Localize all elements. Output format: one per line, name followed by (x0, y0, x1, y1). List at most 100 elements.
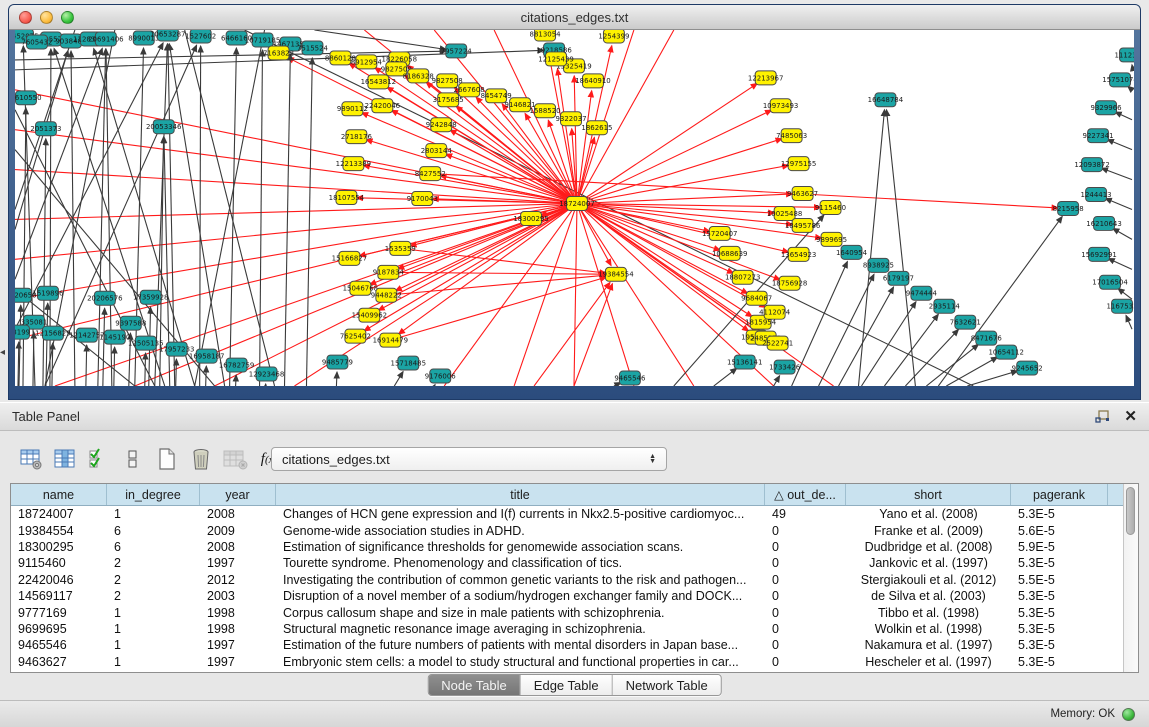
column-header-year[interactable]: year (200, 484, 276, 505)
table-row[interactable]: 2242004622012Investigating the contribut… (11, 572, 1123, 588)
splitter-collapse-arrow[interactable]: ◂ (0, 347, 5, 358)
network-node[interactable]: 20053346 (146, 120, 182, 134)
network-node[interactable]: 9684067 (741, 291, 772, 305)
network-node[interactable]: 16648784 (868, 93, 904, 107)
select-rows-icon[interactable] (84, 446, 114, 472)
network-node[interactable]: 9245652 (1012, 361, 1043, 375)
table-row[interactable]: 1872400712008Changes of HCN gene express… (11, 506, 1123, 522)
network-node[interactable]: 6179197 (883, 271, 914, 285)
tab-edge-table[interactable]: Edge Table (521, 675, 613, 695)
table-row[interactable]: 946362711997Embryonic stem cells: a mode… (11, 654, 1123, 670)
table-row[interactable]: 969969511998Structural magnetic resonanc… (11, 621, 1123, 637)
network-node[interactable]: 1527602 (185, 30, 216, 43)
network-node[interactable]: 1640954 (836, 245, 868, 259)
table-row[interactable]: 946554611997Estimation of the future num… (11, 637, 1123, 653)
column-header-pagerank[interactable]: pagerank (1011, 484, 1108, 505)
network-node[interactable]: 1254399 (598, 30, 629, 43)
network-node[interactable]: 8938925 (863, 258, 894, 272)
table-selector-dropdown[interactable]: citations_edges.txt ▲▼ (271, 447, 667, 471)
column-header-short[interactable]: short (846, 484, 1011, 505)
network-node[interactable]: 2610550 (15, 91, 42, 105)
network-node[interactable]: 1112305 (1114, 48, 1134, 62)
network-node[interactable]: 8912954 (351, 55, 383, 69)
zoom-window-icon[interactable] (61, 11, 74, 24)
network-node[interactable]: 18807273 (725, 270, 761, 284)
network-node[interactable]: 1519896 (32, 286, 63, 300)
network-node[interactable]: 18107554 (329, 191, 365, 205)
network-node[interactable]: 10654112 (988, 345, 1024, 359)
network-canvas-container[interactable]: 2405572903848111283790206914068990013106… (15, 30, 1134, 386)
network-node[interactable]: 8215958 (1053, 202, 1084, 216)
window-titlebar[interactable]: citations_edges.txt (9, 5, 1140, 30)
network-node[interactable]: 9485779 (322, 355, 353, 369)
column-header-out_de[interactable]: △ out_de... (765, 484, 846, 505)
minimize-window-icon[interactable] (40, 11, 53, 24)
new-column-icon[interactable] (152, 446, 182, 472)
network-node[interactable]: 15136141 (727, 355, 763, 369)
network-node[interactable]: 7957224 (441, 44, 473, 58)
network-node[interactable]: 7625402 (340, 329, 371, 343)
network-node[interactable]: 10688639 (712, 246, 748, 260)
network-node[interactable]: 1167533 (1106, 299, 1134, 313)
network-node[interactable]: 7485063 (776, 129, 807, 143)
network-node[interactable]: 9115460 (815, 201, 846, 215)
network-node[interactable]: 17359928 (133, 290, 169, 304)
network-node[interactable]: 2935114 (929, 299, 961, 313)
network-node[interactable]: 12975155 (781, 157, 817, 171)
rows-icon[interactable] (118, 446, 148, 472)
network-node[interactable]: 22420046 (365, 99, 401, 113)
network-node[interactable]: 8471676 (971, 331, 1002, 345)
network-node[interactable]: 13654923 (781, 247, 817, 261)
scrollbar-thumb[interactable] (1126, 487, 1135, 535)
network-node[interactable]: 2803144 (421, 144, 453, 158)
table-row[interactable]: 1830029562008Estimation of significance … (11, 539, 1123, 555)
network-canvas: 2405572903848111283790206914068990013106… (15, 30, 1134, 386)
network-node[interactable]: 8427552 (415, 167, 446, 181)
network-node[interactable]: 2718176 (341, 130, 372, 144)
network-node[interactable]: 16914479 (373, 333, 409, 347)
close-window-icon[interactable] (19, 11, 32, 24)
network-node[interactable]: 15720407 (702, 226, 738, 240)
network-node[interactable]: 1733426 (769, 360, 800, 374)
network-node[interactable]: 12213967 (748, 71, 784, 85)
network-node[interactable]: 19384554 (598, 267, 634, 281)
table-vertical-scrollbar[interactable] (1123, 484, 1138, 672)
network-node[interactable]: 15718485 (391, 356, 427, 370)
network-node[interactable]: 7632621 (950, 315, 981, 329)
tab-network-table[interactable]: Network Table (613, 675, 721, 695)
network-node[interactable]: 4112074 (759, 305, 791, 319)
network-node[interactable]: 7515524 (297, 41, 329, 55)
table-row[interactable]: 911546021997Tourette syndrome. Phenomeno… (11, 555, 1123, 571)
delete-column-icon[interactable] (186, 446, 216, 472)
tab-node-table[interactable]: Node Table (428, 675, 521, 695)
float-window-icon[interactable] (1095, 410, 1110, 424)
network-node[interactable]: 8813054 (530, 30, 562, 41)
network-node[interactable]: 10973493 (763, 99, 799, 113)
traffic-lights (19, 11, 74, 24)
table-cell: 9465546 (11, 638, 107, 652)
network-node[interactable]: 9899695 (816, 232, 847, 246)
network-node[interactable]: 2051373 (30, 122, 61, 136)
table-row[interactable]: 977716911998Corpus callosum shape and si… (11, 604, 1123, 620)
table-row[interactable]: 1456911722003Disruption of a novel membe… (11, 588, 1123, 604)
network-node[interactable]: 9474444 (906, 286, 938, 300)
network-node[interactable]: 16543812 (361, 75, 397, 89)
network-node[interactable]: 15692991 (1081, 247, 1117, 261)
table-row[interactable]: 1938455462009Genome-wide association stu… (11, 522, 1123, 538)
close-panel-icon[interactable]: ✕ (1124, 409, 1137, 424)
column-header-in_degree[interactable]: in_degree (107, 484, 200, 505)
network-node[interactable]: 17016504 (1092, 275, 1128, 289)
column-header-name[interactable]: name (11, 484, 107, 505)
network-node[interactable]: 33199 (15, 325, 30, 339)
network-node[interactable]: 9176006 (425, 369, 456, 383)
memory-ok-icon[interactable] (1122, 708, 1135, 721)
column-visibility-icon[interactable] (50, 446, 80, 472)
network-node[interactable]: 9463627 (787, 187, 818, 201)
network-node[interactable]: 15166827 (332, 251, 368, 265)
network-node[interactable]: 16210643 (1086, 216, 1122, 230)
table-settings-icon[interactable] (16, 446, 46, 472)
network-node[interactable]: 12213389 (336, 157, 372, 171)
network-node[interactable]: 20206576 (87, 291, 123, 305)
column-header-title[interactable]: title (276, 484, 765, 505)
network-node[interactable]: 15751074 (1102, 73, 1134, 87)
